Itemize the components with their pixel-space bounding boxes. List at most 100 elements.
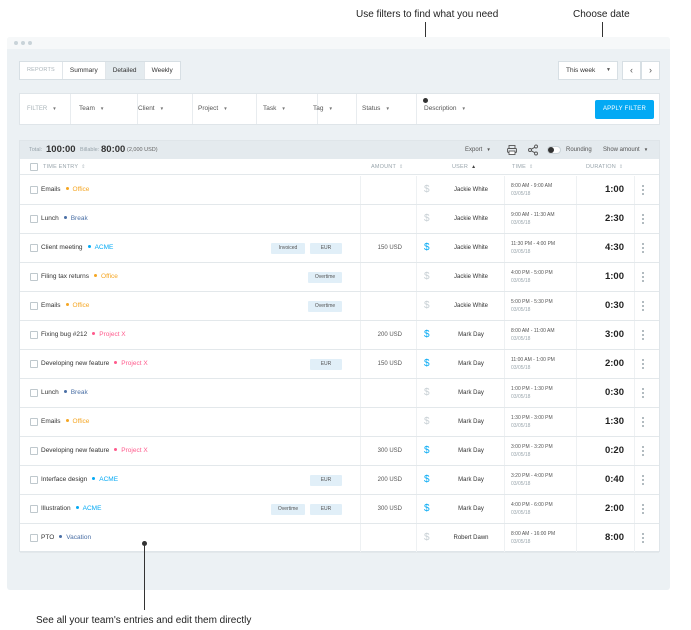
entry-time-range[interactable]: 3:00 PM - 3:20 PM: [511, 443, 553, 451]
apply-filter-button[interactable]: APPLY FILTER: [595, 100, 654, 119]
tag-badge[interactable]: EUR: [310, 243, 342, 254]
entry-description-cell[interactable]: PTO Vacation: [41, 524, 91, 552]
entry-project[interactable]: Vacation: [59, 534, 91, 541]
entry-project[interactable]: Project X: [92, 331, 126, 338]
date-prev-button[interactable]: ‹: [622, 61, 641, 80]
more-options-icon[interactable]: [642, 446, 645, 457]
more-options-icon[interactable]: [642, 475, 645, 486]
window-dot-minimize[interactable]: [21, 41, 25, 45]
row-checkbox[interactable]: [30, 418, 38, 426]
row-checkbox[interactable]: [30, 389, 38, 397]
filter-tag[interactable]: Tag ▼: [306, 94, 357, 124]
entry-project[interactable]: Office: [65, 186, 89, 193]
filter-description[interactable]: Description ▼: [417, 94, 567, 124]
table-row[interactable]: Illustration ACME EUR Overtime 300 USD $ Mark …: [20, 495, 659, 524]
entry-duration[interactable]: 2:30: [582, 205, 624, 233]
printer-icon[interactable]: [506, 144, 518, 156]
table-row[interactable]: Emails Office Overtime $ Jackie White 5:00 PM…: [20, 292, 659, 321]
billable-dollar-icon[interactable]: $: [424, 379, 430, 407]
entry-user[interactable]: Mark Day: [440, 495, 502, 523]
entry-description-cell[interactable]: Developing new feature Project X: [41, 437, 148, 465]
entry-duration[interactable]: 1:30: [582, 408, 624, 436]
row-checkbox[interactable]: [30, 302, 38, 310]
billable-dollar-icon[interactable]: $: [424, 234, 430, 262]
tab-detailed[interactable]: Detailed: [105, 62, 145, 79]
entry-description-cell[interactable]: Developing new feature Project X: [41, 350, 148, 378]
tag-badge[interactable]: Overtime: [308, 272, 342, 283]
column-header-user[interactable]: USER ▲: [452, 159, 476, 175]
row-checkbox[interactable]: [30, 244, 38, 252]
tab-summary[interactable]: Summary: [63, 62, 106, 79]
column-header-time[interactable]: TIME ⇕: [512, 159, 533, 175]
more-options-icon[interactable]: [642, 301, 645, 312]
table-row[interactable]: Emails Office $ Jackie White 8:00 AM - 9:00 …: [20, 176, 659, 205]
more-options-icon[interactable]: [642, 243, 645, 254]
entry-description-cell[interactable]: Lunch Break: [41, 379, 88, 407]
entry-project[interactable]: ACME: [75, 505, 101, 512]
entry-time-range[interactable]: 8:00 AM - 9:00 AM: [511, 182, 552, 190]
entry-duration[interactable]: 1:00: [582, 176, 624, 204]
filter-project[interactable]: Project ▼: [191, 94, 257, 124]
billable-dollar-icon[interactable]: $: [424, 437, 430, 465]
row-checkbox[interactable]: [30, 186, 38, 194]
entry-project[interactable]: Office: [94, 273, 118, 280]
rounding-toggle[interactable]: [547, 146, 561, 154]
entry-user[interactable]: Mark Day: [440, 437, 502, 465]
entry-duration[interactable]: 4:30: [582, 234, 624, 262]
filter-status[interactable]: Status ▼: [355, 94, 417, 124]
row-checkbox[interactable]: [30, 447, 38, 455]
table-row[interactable]: Lunch Break $ Mark Day 1:00 PM - 1:30 PM 03/0…: [20, 379, 659, 408]
table-row[interactable]: Fixing bug #212 Project X 200 USD $ Mark Day…: [20, 321, 659, 350]
table-row[interactable]: Developing new feature Project X 300 USD $ M…: [20, 437, 659, 466]
entry-duration[interactable]: 2:00: [582, 350, 624, 378]
export-dropdown[interactable]: Export ▼: [465, 141, 491, 159]
row-checkbox[interactable]: [30, 215, 38, 223]
entry-project[interactable]: Project X: [114, 447, 148, 454]
entry-time-range[interactable]: 5:00 PM - 5:30 PM: [511, 298, 553, 306]
table-row[interactable]: Interface design ACME EUR 200 USD $ Mark Day 3…: [20, 466, 659, 495]
billable-dollar-icon[interactable]: $: [424, 176, 430, 204]
entry-time-range[interactable]: 11:30 PM - 4:00 PM: [511, 240, 555, 248]
entry-duration[interactable]: 0:30: [582, 292, 624, 320]
entry-user[interactable]: Mark Day: [440, 379, 502, 407]
more-options-icon[interactable]: [642, 504, 645, 515]
entry-user[interactable]: Jackie White: [440, 263, 502, 291]
column-header-amount[interactable]: AMOUNT ⇕: [371, 159, 403, 175]
filter-team[interactable]: Team ▼: [72, 94, 138, 124]
entry-user[interactable]: Jackie White: [440, 205, 502, 233]
entry-description-cell[interactable]: Illustration ACME: [41, 495, 101, 523]
entry-duration[interactable]: 0:20: [582, 437, 624, 465]
entry-duration[interactable]: 0:40: [582, 466, 624, 494]
share-icon[interactable]: [527, 144, 539, 156]
billable-dollar-icon[interactable]: $: [424, 495, 430, 523]
more-options-icon[interactable]: [642, 330, 645, 341]
tag-badge[interactable]: EUR: [310, 504, 342, 515]
row-checkbox[interactable]: [30, 534, 38, 542]
table-row[interactable]: Developing new feature Project X EUR 150 US…: [20, 350, 659, 379]
entry-time-range[interactable]: 4:00 PM - 5:00 PM: [511, 269, 553, 277]
entry-project[interactable]: Project X: [114, 360, 148, 367]
entry-description-cell[interactable]: Emails Office: [41, 408, 89, 436]
row-checkbox[interactable]: [30, 360, 38, 368]
billable-dollar-icon[interactable]: $: [424, 321, 430, 349]
billable-dollar-icon[interactable]: $: [424, 292, 430, 320]
entry-time-range[interactable]: 9:00 AM - 11:30 AM: [511, 211, 555, 219]
entry-user[interactable]: Mark Day: [440, 408, 502, 436]
more-options-icon[interactable]: [642, 388, 645, 399]
entry-time-range[interactable]: 11:00 AM - 1:00 PM: [511, 356, 555, 364]
entry-description-cell[interactable]: Interface design ACME: [41, 466, 118, 494]
more-options-icon[interactable]: [642, 185, 645, 196]
entry-duration[interactable]: 8:00: [582, 524, 624, 552]
more-options-icon[interactable]: [642, 533, 645, 544]
entry-time-range[interactable]: 8:00 AM - 11:00 AM: [511, 327, 555, 335]
row-checkbox[interactable]: [30, 273, 38, 281]
billable-dollar-icon[interactable]: $: [424, 350, 430, 378]
table-row[interactable]: Client meeting ACME EUR Invoiced 150 USD $ Jac…: [20, 234, 659, 263]
window-dot-close[interactable]: [14, 41, 18, 45]
entry-duration[interactable]: 3:00: [582, 321, 624, 349]
entry-time-range[interactable]: 1:00 PM - 1:30 PM: [511, 385, 553, 393]
select-all-checkbox[interactable]: [30, 163, 38, 171]
more-options-icon[interactable]: [642, 214, 645, 225]
date-range-select[interactable]: This week ▼: [558, 61, 618, 80]
column-header-entry[interactable]: TIME ENTRY ⇕: [43, 159, 86, 175]
